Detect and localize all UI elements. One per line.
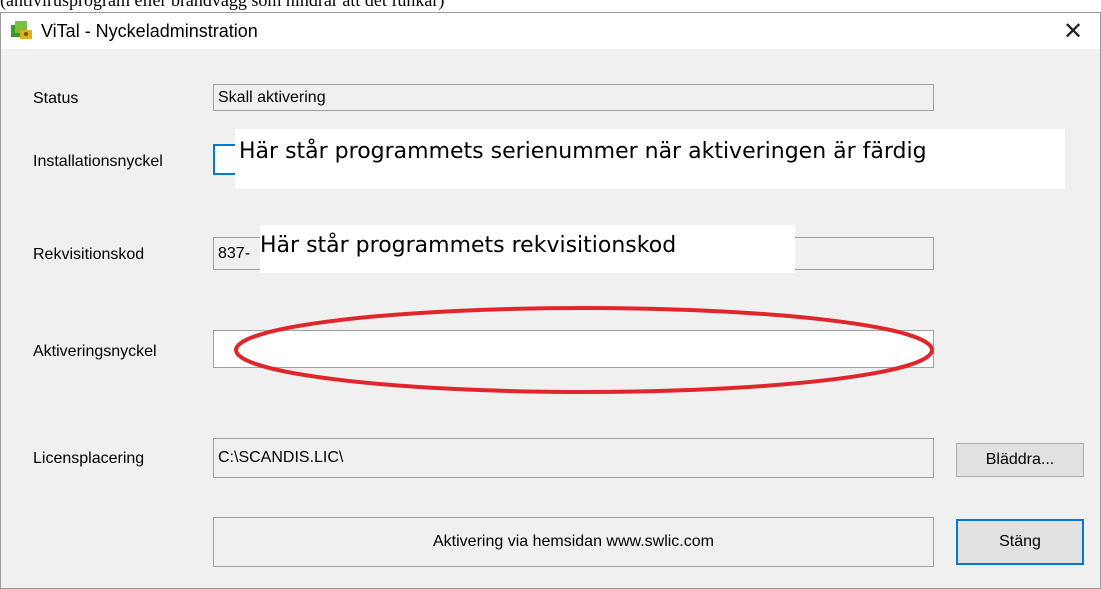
- installationsnyckel-annotation: Här står programmets serienummer när akt…: [235, 129, 1065, 189]
- close-window-button[interactable]: ✕: [1046, 13, 1100, 49]
- browse-button[interactable]: Bläddra...: [956, 443, 1084, 477]
- annotation-ellipse: [234, 306, 934, 394]
- activation-info: Aktivering via hemsidan www.swlic.com: [213, 517, 934, 567]
- app-icon: [11, 21, 32, 39]
- title-bar: ViTal - Nyckeladminstration ✕: [1, 13, 1100, 49]
- status-label: Status: [33, 90, 79, 107]
- top-cut-text: (antivirusprogram eller brandvägg som hi…: [0, 0, 445, 10]
- dialog-window: ViTal - Nyckeladminstration ✕ Status Ska…: [0, 12, 1101, 589]
- licensplacering-label: Licensplacering: [33, 450, 145, 467]
- close-button[interactable]: Stäng: [956, 519, 1084, 565]
- window-title: ViTal - Nyckeladminstration: [41, 21, 258, 41]
- licensplacering-field: C:\SCANDIS.LIC\: [213, 438, 934, 478]
- status-field: Skall aktivering: [213, 84, 934, 111]
- close-icon: ✕: [1062, 17, 1084, 45]
- rekvisitionskod-annotation: Här står programmets rekvisitionskod: [260, 225, 795, 273]
- aktiveringsnyckel-label: Aktiveringsnyckel: [33, 343, 157, 360]
- installationsnyckel-label: Installationsnyckel: [33, 153, 163, 170]
- rekvisitionskod-label: Rekvisitionskod: [33, 246, 145, 263]
